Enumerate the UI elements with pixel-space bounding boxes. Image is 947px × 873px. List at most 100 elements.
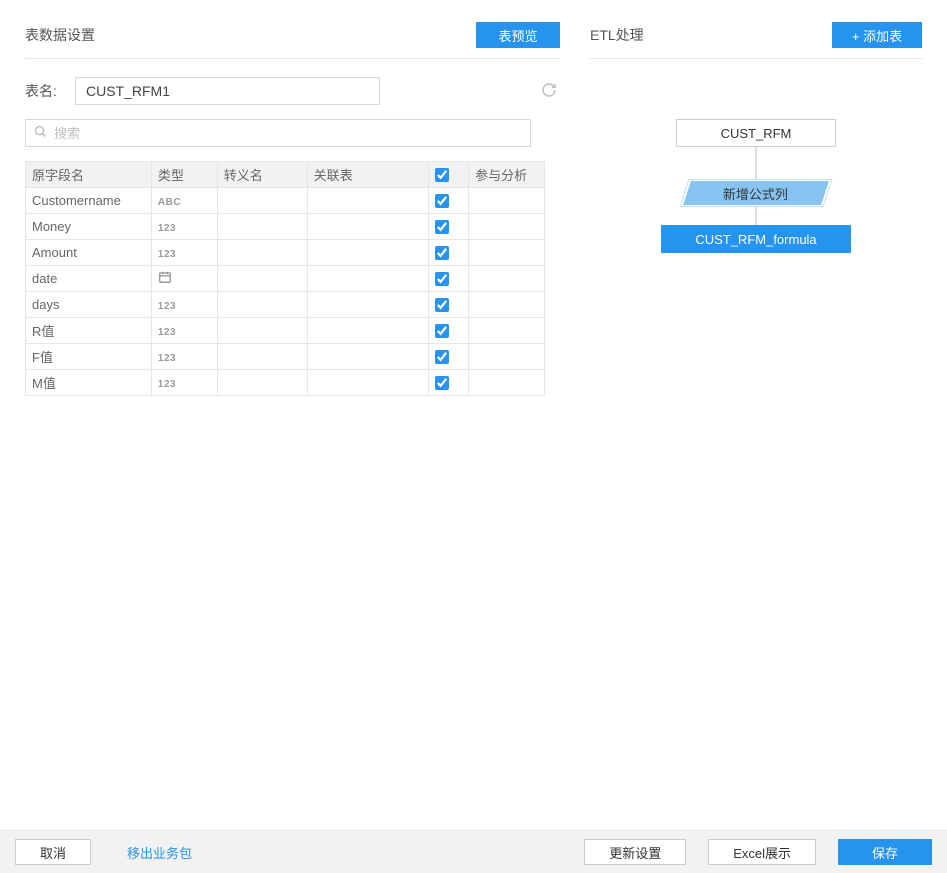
cell-field-type: 123 — [151, 344, 217, 370]
column-header-check — [429, 162, 469, 188]
cell-analysis — [469, 240, 545, 266]
analysis-checkbox[interactable] — [435, 376, 449, 390]
cell-field-name: Money — [26, 214, 152, 240]
number-type-icon: 123 — [158, 301, 176, 312]
cell-field-name: days — [26, 292, 152, 318]
cell-field-type: 123 — [151, 370, 217, 396]
cell-field-type: ABC — [151, 188, 217, 214]
table-row: days 123 — [26, 292, 545, 318]
cell-analysis — [469, 266, 545, 292]
cell-analysis — [469, 344, 545, 370]
cell-field-type: 123 — [151, 240, 217, 266]
cell-relation[interactable] — [307, 240, 429, 266]
cell-field-type: 123 — [151, 318, 217, 344]
etl-flow-area: CUST_RFM 新增公式列 CUST_RFM_formula — [590, 119, 922, 419]
table-row: F值 123 — [26, 344, 545, 370]
cell-checkbox — [429, 188, 469, 214]
cell-relation[interactable] — [307, 344, 429, 370]
cell-alias[interactable] — [217, 370, 307, 396]
fields-table: 原字段名 类型 转义名 关联表 参与分析 CustomernameABCMone… — [25, 161, 545, 396]
left-panel-title: 表数据设置 — [25, 25, 95, 45]
number-type-icon: 123 — [158, 327, 176, 338]
cell-checkbox — [429, 318, 469, 344]
number-type-icon: 123 — [158, 379, 176, 390]
cell-checkbox — [429, 214, 469, 240]
cell-alias[interactable] — [217, 266, 307, 292]
cell-analysis — [469, 370, 545, 396]
footer-bar: 取消 移出业务包 更新设置 Excel展示 保存 — [0, 830, 947, 873]
analysis-checkbox[interactable] — [435, 350, 449, 364]
refresh-config-button[interactable]: 更新设置 — [584, 839, 686, 865]
cancel-button[interactable]: 取消 — [15, 839, 91, 865]
number-type-icon: 123 — [158, 249, 176, 260]
table-row: Amount 123 — [26, 240, 545, 266]
cell-analysis — [469, 214, 545, 240]
analysis-checkbox[interactable] — [435, 324, 449, 338]
moveout-link[interactable]: 移出业务包 — [127, 843, 192, 862]
cell-field-name: M值 — [26, 370, 152, 396]
cell-relation[interactable] — [307, 318, 429, 344]
tablename-label: 表名: — [25, 81, 65, 101]
analysis-checkbox[interactable] — [435, 272, 449, 286]
table-row: Money 123 — [26, 214, 545, 240]
etl-node-source-table[interactable]: CUST_RFM — [676, 119, 836, 147]
cell-checkbox — [429, 266, 469, 292]
analysis-checkbox[interactable] — [435, 194, 449, 208]
cell-field-type — [151, 266, 217, 292]
cell-relation[interactable] — [307, 214, 429, 240]
cell-alias[interactable] — [217, 188, 307, 214]
cell-relation[interactable] — [307, 266, 429, 292]
cell-analysis — [469, 292, 545, 318]
etl-connector-line — [756, 207, 757, 225]
cell-checkbox — [429, 240, 469, 266]
right-panel-title: ETL处理 — [590, 25, 644, 45]
cell-analysis — [469, 188, 545, 214]
cell-field-name: date — [26, 266, 152, 292]
search-icon — [26, 124, 54, 142]
cell-relation[interactable] — [307, 292, 429, 318]
etl-node-result-table[interactable]: CUST_RFM_formula — [661, 225, 851, 253]
cell-relation[interactable] — [307, 370, 429, 396]
cell-alias[interactable] — [217, 344, 307, 370]
cell-alias[interactable] — [217, 214, 307, 240]
etl-node-formula[interactable]: 新增公式列 — [683, 181, 829, 205]
cell-field-name: F值 — [26, 344, 152, 370]
cell-alias[interactable] — [217, 240, 307, 266]
cell-checkbox — [429, 344, 469, 370]
number-type-icon: 123 — [158, 223, 176, 234]
table-row: M值 123 — [26, 370, 545, 396]
calendar-icon — [158, 272, 172, 287]
tablename-input[interactable] — [75, 77, 380, 105]
search-input[interactable] — [54, 121, 530, 145]
select-all-checkbox[interactable] — [435, 168, 449, 182]
cell-alias[interactable] — [217, 318, 307, 344]
column-header-analysis: 参与分析 — [469, 162, 545, 188]
text-type-icon: ABC — [158, 197, 181, 208]
preview-button[interactable]: 表预览 — [476, 22, 560, 48]
cell-field-type: 123 — [151, 214, 217, 240]
analysis-checkbox[interactable] — [435, 220, 449, 234]
cell-checkbox — [429, 370, 469, 396]
save-button[interactable]: 保存 — [838, 839, 932, 865]
table-row: Customername ABC — [26, 188, 545, 214]
column-header-alias: 转义名 — [217, 162, 307, 188]
cell-field-name: Customername — [26, 188, 152, 214]
excel-export-button[interactable]: Excel展示 — [708, 839, 816, 865]
cell-field-name: R值 — [26, 318, 152, 344]
cell-analysis — [469, 318, 545, 344]
column-header-rel: 关联表 — [307, 162, 429, 188]
cell-field-type: 123 — [151, 292, 217, 318]
cell-alias[interactable] — [217, 292, 307, 318]
cell-field-name: Amount — [26, 240, 152, 266]
analysis-checkbox[interactable] — [435, 298, 449, 312]
number-type-icon: 123 — [158, 353, 176, 364]
add-table-button[interactable]: + 添加表 — [832, 22, 922, 48]
table-row: R值 123 — [26, 318, 545, 344]
table-row: date — [26, 266, 545, 292]
etl-connector-line — [756, 147, 757, 179]
column-header-name: 原字段名 — [26, 162, 152, 188]
cell-relation[interactable] — [307, 188, 429, 214]
analysis-checkbox[interactable] — [435, 246, 449, 260]
cell-checkbox — [429, 292, 469, 318]
refresh-icon[interactable] — [540, 82, 558, 101]
